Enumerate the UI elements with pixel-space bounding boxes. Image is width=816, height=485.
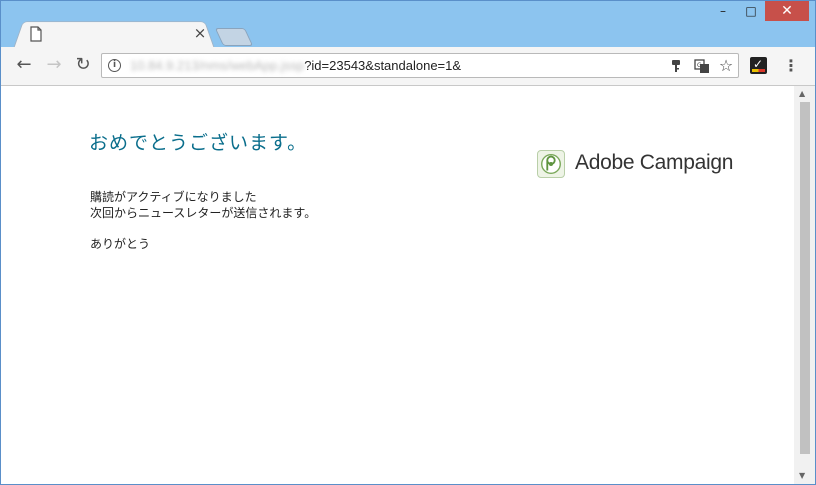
bookmark-star-icon[interactable]: ☆ <box>718 58 734 74</box>
browser-menu-icon[interactable]: ⋮ <box>783 55 799 77</box>
minimize-button[interactable]: – <box>709 1 737 21</box>
info-icon[interactable]: i <box>108 59 121 72</box>
address-bar[interactable]: i 10.84.9.213/nms/webApp.jssp?id=23543&s… <box>101 53 739 78</box>
scroll-up-icon[interactable]: ▲ <box>799 89 805 98</box>
logo-text: Adobe Campaign <box>575 151 734 174</box>
back-button[interactable]: ← <box>13 54 35 76</box>
adobe-campaign-logo: Adobe Campaign <box>537 148 737 180</box>
url-query: ?id=23543&standalone=1& <box>304 58 462 73</box>
svg-text:G: G <box>697 62 702 69</box>
page-content: おめでとうございます。 Adobe Campaign 購読がアクティブになりまし… <box>1 86 794 484</box>
browser-toolbar: ← → ↻ i 10.84.9.213/nms/webApp.jssp?id=2… <box>1 47 815 86</box>
scroll-down-icon[interactable]: ▼ <box>799 471 805 480</box>
key-icon[interactable] <box>668 58 684 74</box>
new-tab-button[interactable] <box>214 28 254 46</box>
reload-button[interactable]: ↻ <box>72 54 94 76</box>
extension-icon[interactable]: ✓ <box>750 57 767 74</box>
vertical-scrollbar[interactable]: ▲ ▼ <box>794 86 815 484</box>
page-heading: おめでとうございます。 <box>89 132 308 154</box>
scroll-thumb[interactable] <box>800 102 810 454</box>
extension-color-bar <box>752 69 765 72</box>
browser-window: × – □ ✕ ← → ↻ i 10.84.9.213/nms/webApp.j… <box>0 0 816 485</box>
forward-button[interactable]: → <box>43 54 65 76</box>
tab-close-icon[interactable]: × <box>191 24 209 42</box>
close-window-button[interactable]: ✕ <box>765 1 809 21</box>
message-line-2: 次回からニュースレターが送信されます。 <box>90 206 317 220</box>
url-text[interactable]: 10.84.9.213/nms/webApp.jssp?id=23543&sta… <box>130 57 461 74</box>
title-bar: × – □ ✕ <box>1 1 815 49</box>
tab-content: × <box>25 23 215 45</box>
page-icon <box>30 26 42 42</box>
url-host: 10.84.9.213 <box>130 58 199 73</box>
url-path: /nms/webApp.jssp <box>198 58 305 73</box>
thanks-text: ありがとう <box>90 237 151 251</box>
maximize-button[interactable]: □ <box>737 1 765 21</box>
message-line-1: 購読がアクティブになりました <box>90 190 257 204</box>
window-controls: – □ ✕ <box>709 1 809 23</box>
adobe-campaign-logo-icon <box>537 150 565 178</box>
translate-icon[interactable]: G <box>694 58 710 74</box>
